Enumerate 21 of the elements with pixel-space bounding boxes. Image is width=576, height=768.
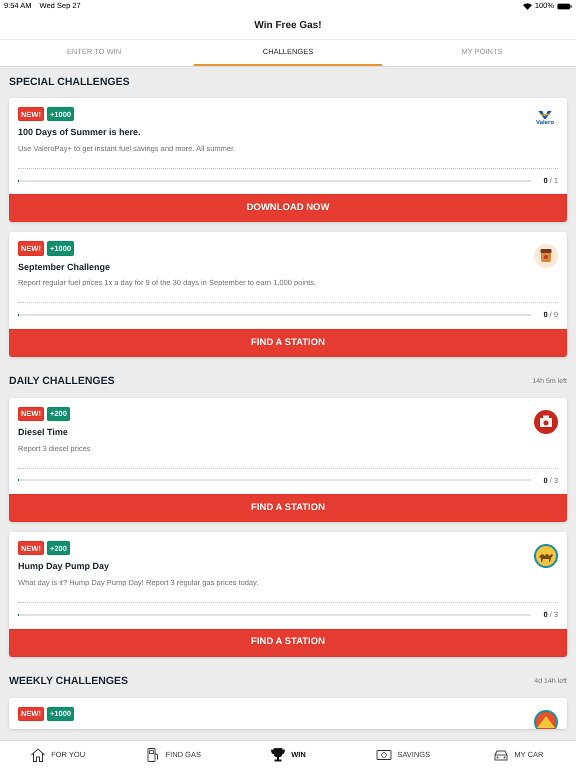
home-icon: [30, 746, 46, 762]
challenge-title: September Challenge: [18, 260, 112, 274]
challenge-title: Hump Day Pump Day: [18, 560, 110, 574]
section-title: DAILY CHALLENGES: [9, 374, 115, 390]
challenge-title: Diesel Time: [18, 426, 69, 439]
logo-mark-icon: [537, 110, 553, 120]
action-button[interactable]: FIND A STATION: [9, 628, 567, 656]
camel-icon: [534, 544, 558, 568]
wifi-icon: [522, 2, 532, 10]
jar-icon: [534, 244, 558, 268]
battery-icon: [557, 2, 572, 10]
section-title: SPECIAL CHALLENGES: [9, 74, 130, 90]
page-title: Win Free Gas!: [254, 19, 322, 33]
fuel-pump-icon: [144, 746, 161, 762]
action-button[interactable]: FIND A STATION: [9, 494, 567, 522]
challenge-title: 100 Days of Summer is here.: [18, 126, 142, 140]
action-button[interactable]: DOWNLOAD NOW: [9, 194, 567, 222]
mountain-icon: [534, 710, 558, 729]
action-button[interactable]: FIND A STATION: [9, 328, 567, 357]
section-title: WEEKLY CHALLENGES: [9, 674, 128, 690]
trophy-icon: [270, 746, 286, 762]
